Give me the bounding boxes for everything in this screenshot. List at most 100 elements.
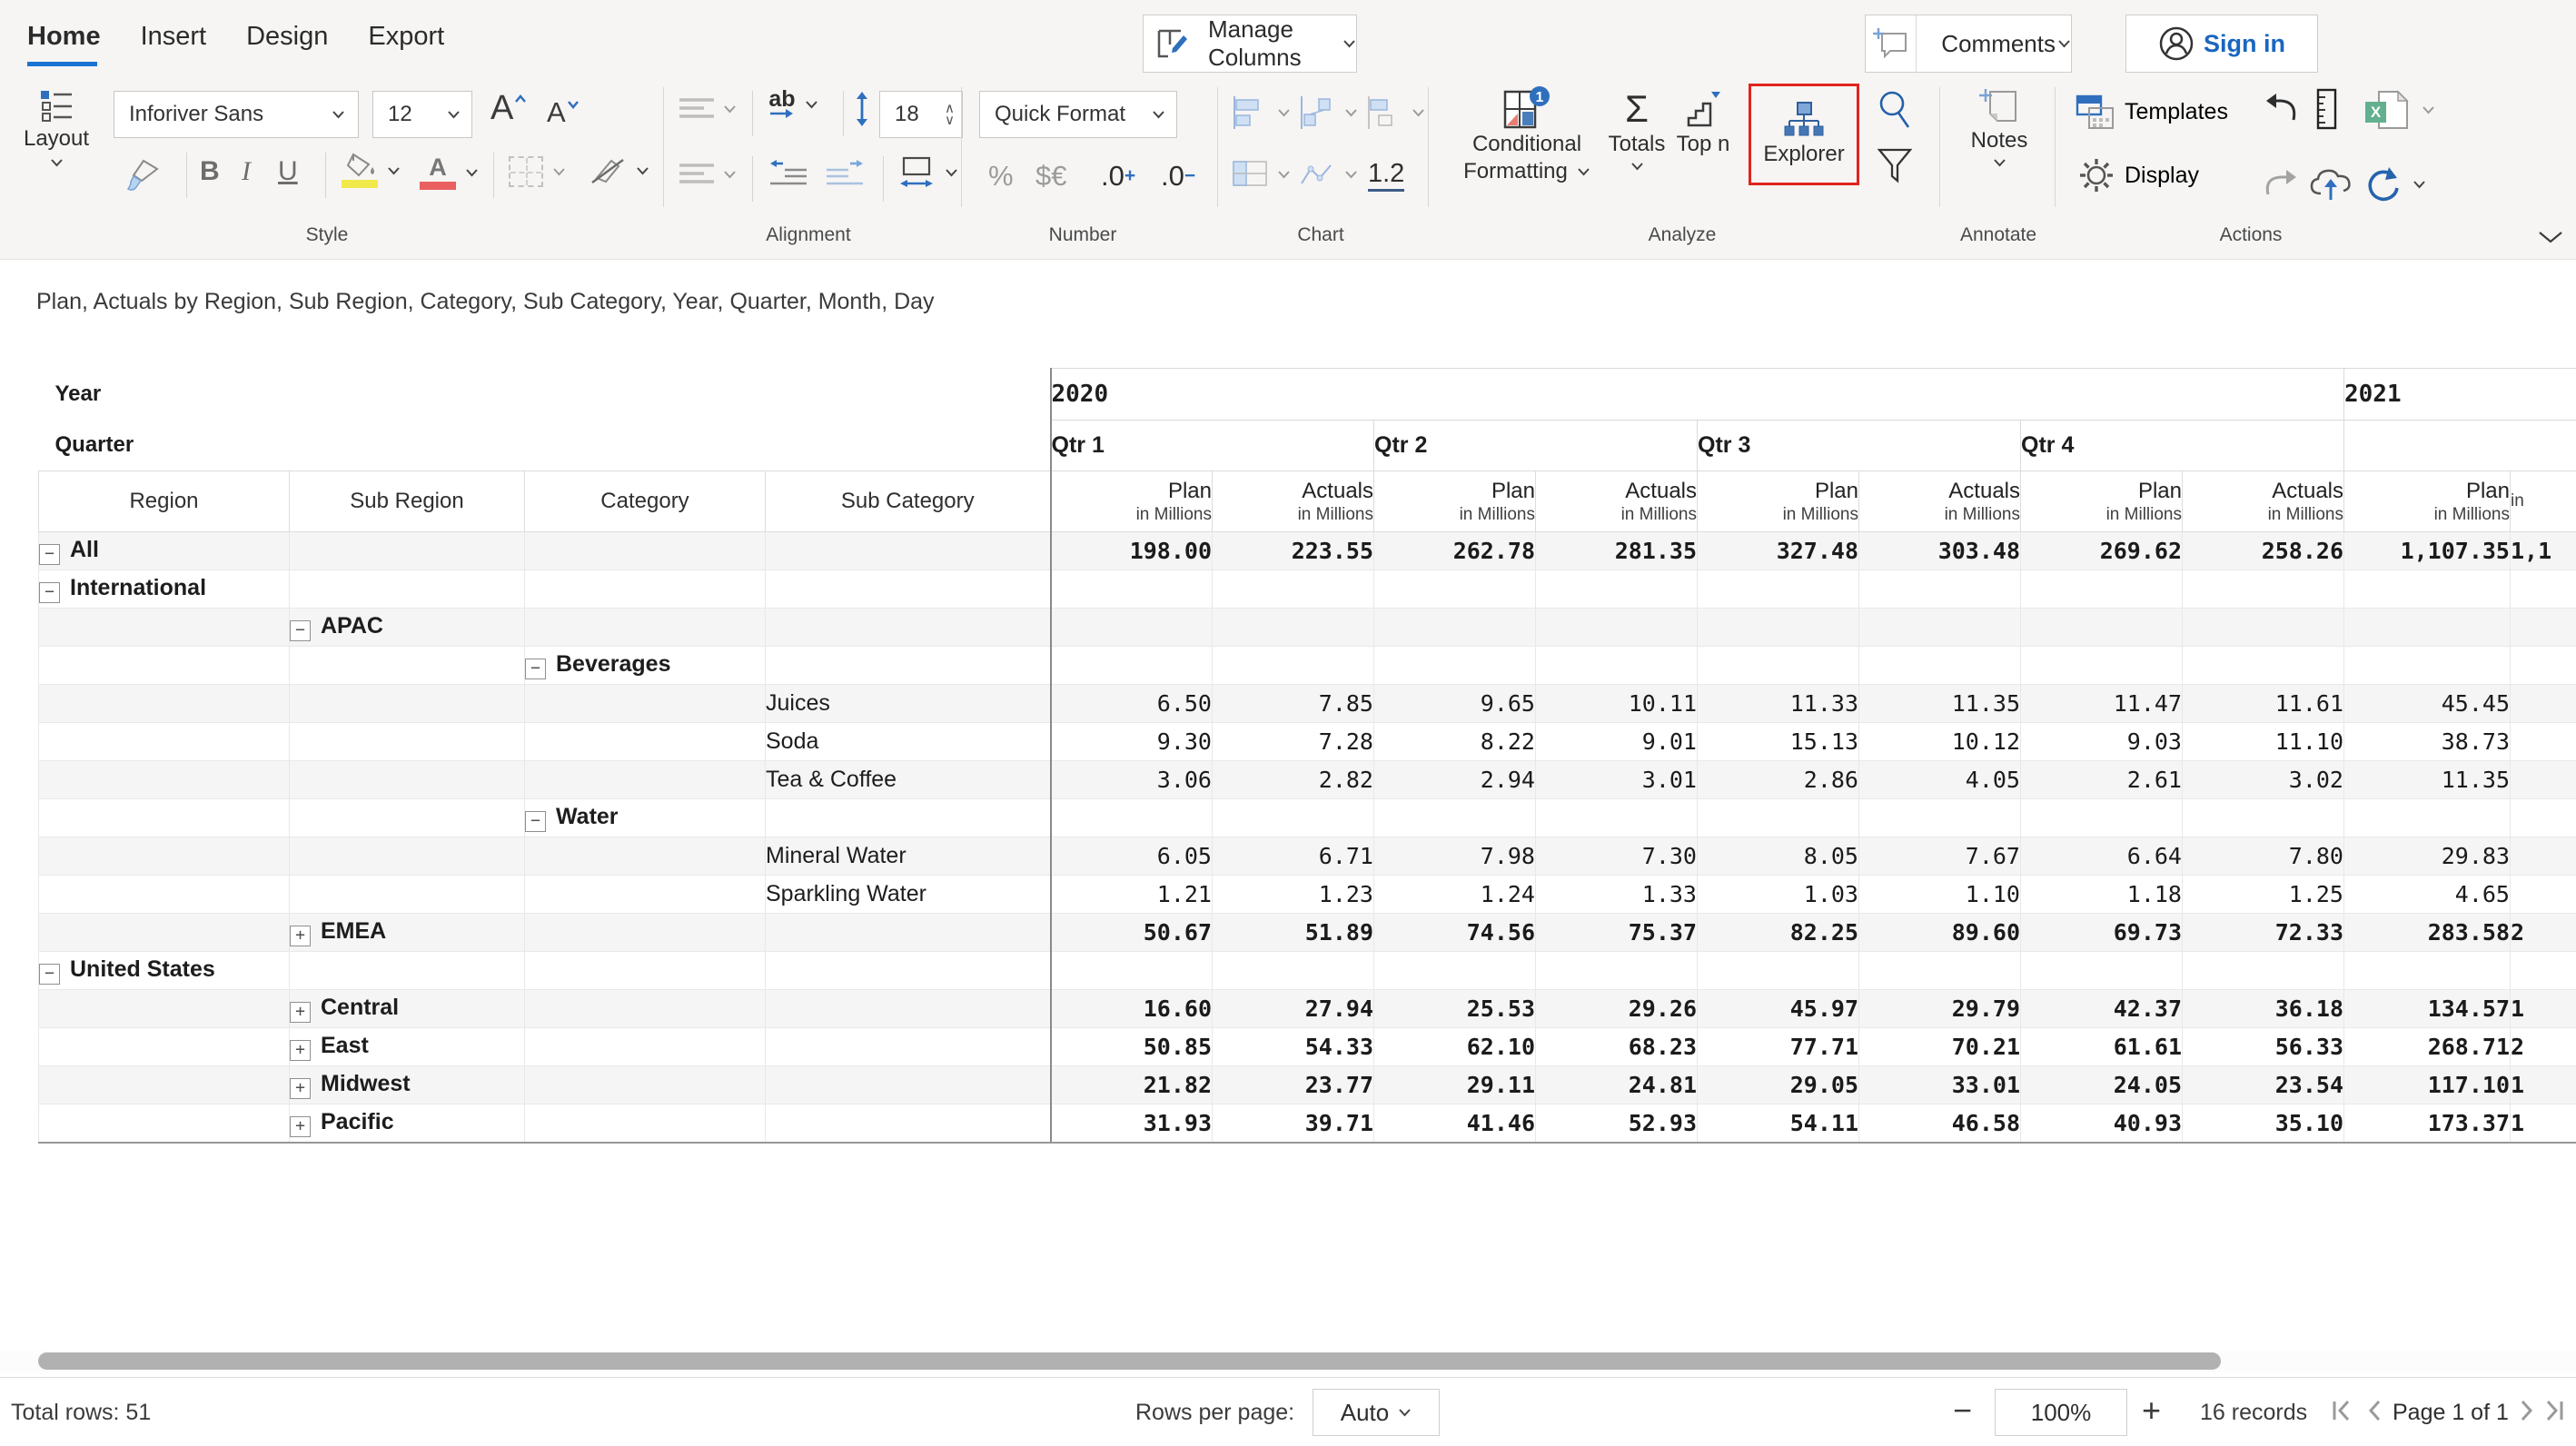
expand-toggle[interactable]: + (290, 926, 311, 946)
horizontal-align-button[interactable] (679, 162, 737, 187)
layout-button[interactable]: Layout (16, 87, 96, 167)
expand-toggle[interactable]: + (290, 1002, 311, 1023)
row-height-stepper[interactable]: 18 ∧∨ (879, 91, 963, 138)
display-button[interactable]: Display (2077, 156, 2199, 194)
conditional-formatting-label-1: Conditional (1472, 131, 1581, 158)
tab-insert[interactable]: Insert (141, 22, 207, 66)
value-cell (1213, 609, 1374, 647)
shrink-font-button[interactable]: A (547, 96, 580, 129)
percent-format-button[interactable]: % (988, 160, 1014, 193)
expand-toggle[interactable]: + (290, 1116, 311, 1137)
explorer-icon (1782, 101, 1826, 141)
empty-cell (766, 647, 1051, 685)
clear-formatting-button[interactable] (589, 154, 649, 187)
totals-button[interactable]: Σ Totals (1600, 87, 1673, 171)
autofit-button[interactable] (897, 156, 958, 189)
previous-page-button[interactable] (2363, 1398, 2383, 1428)
currency-format-button[interactable]: $€ (1035, 160, 1066, 193)
zoom-level-box[interactable]: 100% (1995, 1389, 2127, 1436)
sparkline-button[interactable] (1299, 160, 1358, 189)
first-page-button[interactable] (2331, 1398, 2353, 1428)
sign-in-button[interactable]: Sign in (2125, 15, 2318, 73)
quick-format-select[interactable]: Quick Format (979, 91, 1177, 138)
italic-button[interactable]: I (242, 156, 251, 187)
decrease-decimal-button[interactable]: .0− (1161, 160, 1195, 193)
collapse-toggle[interactable]: − (39, 964, 60, 985)
font-family-select[interactable]: Inforiver Sans (114, 91, 359, 138)
horizontal-scrollbar-thumb[interactable] (38, 1352, 2221, 1370)
value-cell: 2.61 (2021, 761, 2183, 799)
ruler-button[interactable] (2314, 87, 2340, 131)
table-row: Tea & Coffee3.062.822.943.012.864.052.61… (39, 761, 2576, 799)
next-page-button[interactable] (2518, 1398, 2538, 1428)
manage-columns-button[interactable]: Manage Columns (1143, 15, 1357, 73)
stepper-arrows[interactable]: ∧∨ (945, 103, 955, 126)
expand-toggle[interactable]: + (290, 1078, 311, 1099)
column-header-row: RegionSub RegionCategorySub CategoryPlan… (39, 471, 2576, 532)
format-painter-button[interactable] (120, 153, 163, 200)
font-color-button[interactable]: A (420, 154, 479, 190)
bar-chart-button[interactable] (1232, 94, 1291, 131)
value-cell: 29.11 (1374, 1066, 1536, 1104)
zoom-in-button[interactable]: + (2142, 1391, 2161, 1431)
empty-cell (290, 532, 525, 570)
increase-decimal-button[interactable]: .0+ (1101, 160, 1135, 193)
last-page-button[interactable] (2543, 1398, 2565, 1428)
empty-cell (525, 952, 766, 990)
export-excel-button[interactable]: X (2362, 89, 2435, 131)
chart-table-button[interactable] (1232, 160, 1291, 189)
value-cell (2183, 570, 2344, 609)
underline-button[interactable]: U (278, 156, 298, 187)
collapse-ribbon-button[interactable] (2531, 225, 2571, 249)
refresh-button[interactable] (2363, 165, 2426, 203)
zoom-out-button[interactable]: − (1953, 1391, 1972, 1431)
decrease-indent-button[interactable] (768, 160, 808, 187)
filter-button[interactable] (1873, 145, 1917, 189)
tab-export[interactable]: Export (368, 22, 444, 66)
borders-button[interactable] (509, 156, 566, 187)
expand-toggle[interactable]: + (290, 1040, 311, 1061)
totals-label: Totals (1609, 131, 1666, 158)
templates-button[interactable]: Templates (2076, 93, 2228, 131)
redo-button[interactable] (2262, 165, 2302, 202)
manage-columns-label: Manage Columns (1196, 15, 1333, 72)
collapse-toggle[interactable]: − (525, 659, 546, 679)
waterfall-chart-icon (1299, 94, 1335, 131)
value-cell: 42.37 (2021, 990, 2183, 1028)
rows-per-page-select[interactable]: Auto (1313, 1389, 1440, 1436)
tab-design[interactable]: Design (246, 22, 328, 66)
display-label: Display (2125, 163, 2199, 189)
collapse-toggle[interactable]: − (39, 544, 60, 565)
grow-font-button[interactable]: A (490, 89, 527, 128)
explorer-button[interactable]: Explorer (1749, 84, 1859, 185)
stacked-chart-button[interactable] (1366, 94, 1425, 131)
row-height-value: 18 (895, 102, 945, 127)
comments-button[interactable]: Comments (1865, 15, 2072, 73)
waterfall-chart-button[interactable] (1299, 94, 1358, 131)
vertical-align-button[interactable] (679, 96, 737, 122)
fill-color-button[interactable] (342, 153, 401, 188)
search-button[interactable] (1873, 89, 1917, 133)
decimal-places-button[interactable]: 1.2 (1368, 158, 1404, 192)
notes-button[interactable]: Notes (1960, 87, 2038, 167)
wrap-text-button[interactable]: ab (768, 89, 818, 120)
search-icon (1877, 90, 1913, 132)
collapse-toggle[interactable]: − (290, 620, 311, 641)
chevron-down-icon (1277, 170, 1291, 179)
value-cell (1859, 799, 2021, 837)
bold-button[interactable]: B (200, 156, 220, 187)
conditional-formatting-button[interactable]: 1 Conditional Formatting (1461, 85, 1593, 185)
table-row: +Pacific31.9339.7141.4652.9354.1146.5840… (39, 1104, 2576, 1143)
collapse-toggle[interactable]: − (39, 582, 60, 603)
undo-button[interactable] (2262, 91, 2302, 129)
collapse-toggle[interactable]: − (525, 811, 546, 832)
tab-home[interactable]: Home (27, 22, 101, 66)
font-size-select[interactable]: 12 (372, 91, 472, 138)
increase-indent-button[interactable] (825, 160, 865, 187)
table-row: Juices6.507.859.6510.1111.3311.3511.4711… (39, 685, 2576, 723)
cloud-upload-button[interactable] (2309, 165, 2354, 203)
value-cell (1213, 799, 1374, 837)
top-n-button[interactable]: Top n (1669, 89, 1737, 158)
clipped-value-cell (2511, 876, 2576, 914)
horizontal-scrollbar-track[interactable] (0, 1351, 2576, 1372)
